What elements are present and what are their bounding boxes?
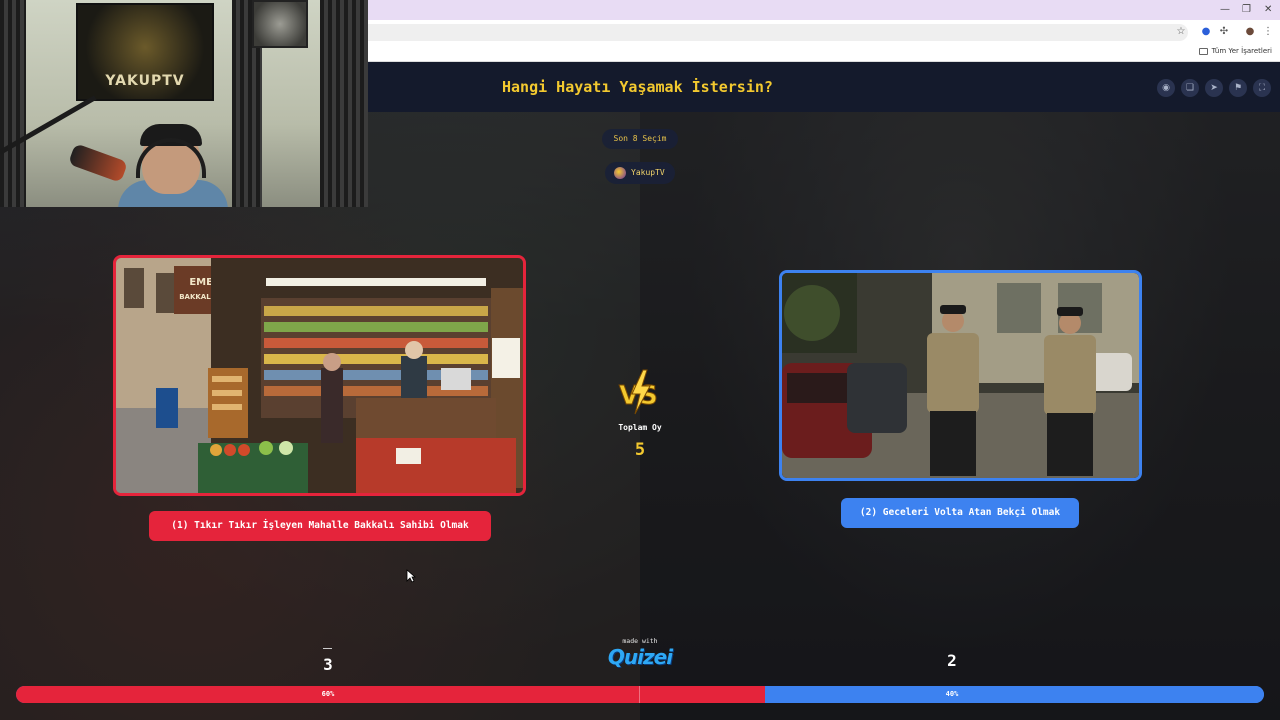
option-left-image[interactable]: EMEK BAKKALİYESİ xyxy=(113,255,526,496)
profile-icon[interactable]: ● xyxy=(1244,26,1256,38)
poster: YAKUPTV xyxy=(76,3,214,101)
folder-icon xyxy=(1198,47,1208,55)
total-votes-value: 5 xyxy=(634,440,646,460)
portrait-frame xyxy=(252,0,308,48)
all-bookmarks[interactable]: Tüm Yer İşaretleri xyxy=(1198,47,1272,55)
flag-icon[interactable]: ⚑ xyxy=(1229,79,1247,97)
screen: — ❐ ✕ ☆ ● ✣ ● ⋮ Tüm Yer İşaretleri Hangi… xyxy=(0,0,1280,720)
vote-progress-right xyxy=(765,686,1264,703)
count-left-marker xyxy=(323,648,332,649)
option-left-button[interactable]: (1) Tıkır Tıkır İşleyen Mahalle Bakkalı … xyxy=(149,511,491,541)
right-vote-percent: 40% xyxy=(945,690,959,698)
browser-toolbar: ☆ ● ✣ ● ⋮ xyxy=(368,20,1280,44)
menu-icon[interactable]: ⋮ xyxy=(1262,26,1274,38)
night-watchmen-illustration xyxy=(782,273,1139,478)
option-right-image[interactable] xyxy=(779,270,1142,481)
left-vote-percent: 60% xyxy=(321,690,335,698)
page-title: Hangi Hayatı Yaşamak İstersin? xyxy=(502,78,773,96)
last-choices-badge[interactable]: Son 8 Seçim xyxy=(602,129,678,149)
curtain-right xyxy=(320,0,368,207)
vote-progress-bar xyxy=(16,686,1264,703)
browser-tab-strip: — ❐ ✕ xyxy=(368,0,1280,20)
maximize-icon[interactable]: ❐ xyxy=(1242,4,1251,15)
option-right-button[interactable]: (2) Geceleri Volta Atan Bekçi Olmak xyxy=(841,498,1079,528)
microphone xyxy=(67,143,129,183)
webcam-overlay: YAKUPTV xyxy=(0,0,368,207)
curtain-left xyxy=(0,0,26,207)
progress-center-divider xyxy=(639,686,640,703)
cursor-icon xyxy=(406,569,416,583)
address-bar[interactable] xyxy=(368,24,1188,41)
send-icon[interactable]: ➤ xyxy=(1205,79,1223,97)
username: YakupTV xyxy=(631,168,665,177)
left-vote-count: 3 xyxy=(323,655,333,674)
copy-icon[interactable]: ❏ xyxy=(1181,79,1199,97)
extension-blue-icon[interactable]: ● xyxy=(1200,26,1212,38)
puzzle-icon[interactable]: ✣ xyxy=(1218,26,1230,38)
bookmarks-bar: Tüm Yer İşaretleri xyxy=(368,44,1280,62)
total-votes-label: Toplam Oy xyxy=(618,423,662,432)
grocery-store-illustration: EMEK BAKKALİYESİ xyxy=(116,258,523,493)
quizei-logo[interactable]: Quizei xyxy=(596,645,684,669)
avatar xyxy=(614,167,626,179)
eye-icon[interactable]: ◉ xyxy=(1157,79,1175,97)
star-icon[interactable]: ☆ xyxy=(1175,26,1187,38)
fullscreen-icon[interactable]: ⛶ xyxy=(1253,79,1271,97)
vs-icon: VS xyxy=(619,369,658,415)
user-badge[interactable]: YakupTV xyxy=(605,162,675,184)
made-with-label: made with xyxy=(622,637,658,645)
right-vote-count: 2 xyxy=(947,651,957,670)
vote-progress-left xyxy=(16,686,765,703)
close-icon[interactable]: ✕ xyxy=(1264,4,1272,15)
minimize-icon[interactable]: — xyxy=(1220,4,1230,15)
